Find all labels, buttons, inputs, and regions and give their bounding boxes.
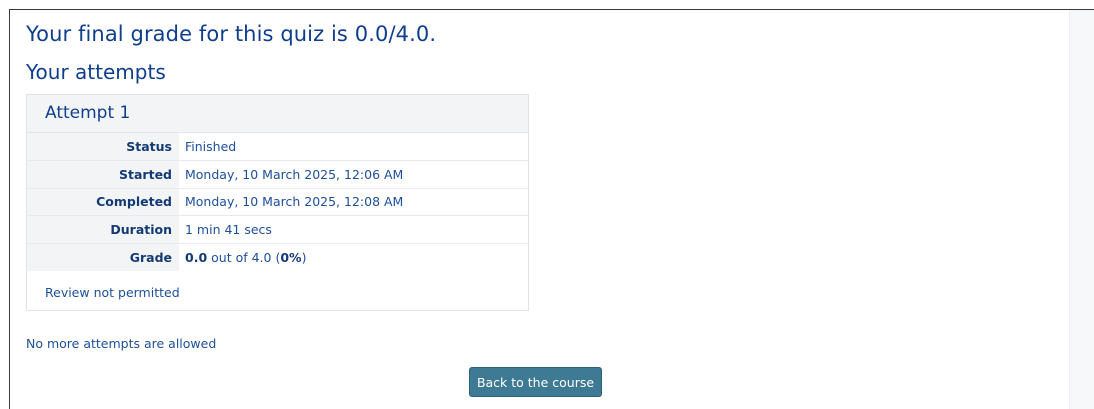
completed-value: Monday, 10 March 2025, 12:08 AM xyxy=(185,194,404,210)
status-label: Status xyxy=(27,133,179,161)
started-value: Monday, 10 March 2025, 12:06 AM xyxy=(185,166,404,182)
attempt-summary-table: Status Finished Started Monday, 10 March… xyxy=(27,133,528,271)
grade-percent: 0% xyxy=(280,249,302,265)
attempt-title: Attempt 1 xyxy=(27,95,528,133)
table-row: Duration 1 min 41 secs xyxy=(27,215,528,243)
duration-label: Duration xyxy=(27,215,179,243)
table-row: Grade 0.0 out of 4.0 (0%) xyxy=(27,243,528,271)
attempts-heading: Your attempts xyxy=(26,60,166,84)
review-not-permitted-text: Review not permitted xyxy=(45,285,180,300)
completed-label: Completed xyxy=(27,188,179,216)
final-grade-heading: Your final grade for this quiz is 0.0/4.… xyxy=(26,22,437,46)
no-more-attempts-text: No more attempts are allowed xyxy=(26,336,217,351)
back-to-course-button[interactable]: Back to the course xyxy=(469,367,602,397)
started-label: Started xyxy=(27,160,179,188)
attempt-card: Attempt 1 Status Finished Started Monday… xyxy=(26,94,529,311)
right-scroll-strip xyxy=(1069,10,1094,409)
status-value: Finished xyxy=(185,139,237,154)
grade-label: Grade xyxy=(27,243,179,271)
duration-value: 1 min 41 secs xyxy=(185,221,272,237)
grade-value: 0.0 out of 4.0 (0%) xyxy=(179,243,528,271)
table-row: Status Finished xyxy=(27,133,528,161)
table-row: Completed Monday, 10 March 2025, 12:08 A… xyxy=(27,188,528,216)
grade-out-of: out of 4.0 ( xyxy=(207,249,281,265)
grade-close-paren: ) xyxy=(301,249,307,265)
table-row: Started Monday, 10 March 2025, 12:06 AM xyxy=(27,160,528,188)
quiz-summary-page: Your final grade for this quiz is 0.0/4.… xyxy=(9,9,1094,409)
grade-score: 0.0 xyxy=(185,249,208,265)
